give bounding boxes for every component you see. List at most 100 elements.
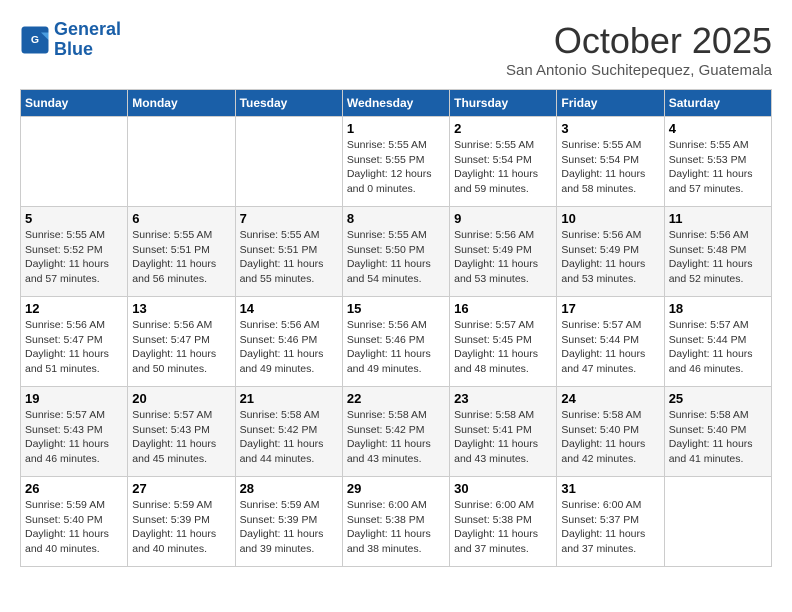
day-number: 18 (669, 301, 767, 316)
calendar-cell (664, 477, 771, 567)
day-number: 21 (240, 391, 338, 406)
cell-sun-info: Sunrise: 5:58 AMSunset: 5:42 PMDaylight:… (240, 408, 338, 467)
calendar-cell: 2 Sunrise: 5:55 AMSunset: 5:54 PMDaylight… (450, 117, 557, 207)
calendar-cell: 31 Sunrise: 6:00 AMSunset: 5:37 PMDayligh… (557, 477, 664, 567)
calendar-cell: 28Sunrise: 5:59 AMSunset: 5:39 PMDayligh… (235, 477, 342, 567)
day-number: 15 (347, 301, 445, 316)
cell-sun-info: Sunrise: 5:56 AMSunset: 5:46 PMDaylight:… (347, 318, 445, 377)
day-number: 14 (240, 301, 338, 316)
dow-header-wednesday: Wednesday (342, 90, 449, 117)
dow-header-sunday: Sunday (21, 90, 128, 117)
calendar-cell: 3Sunrise: 5:55 AMSunset: 5:54 PMDaylight… (557, 117, 664, 207)
dow-header-thursday: Thursday (450, 90, 557, 117)
day-number: 9 (454, 211, 552, 226)
title-section: October 2025 San Antonio Suchitepequez, … (506, 20, 772, 79)
calendar-cell: 23 Sunrise: 5:58 AMSunset: 5:41 PMDayligh… (450, 387, 557, 477)
calendar-cell: 10 Sunrise: 5:56 AMSunset: 5:49 PMDayligh… (557, 207, 664, 297)
day-number: 25 (669, 391, 767, 406)
calendar-cell: 24Sunrise: 5:58 AMSunset: 5:40 PMDayligh… (557, 387, 664, 477)
calendar-cell (235, 117, 342, 207)
cell-sun-info: Sunrise: 5:55 AMSunset: 5:51 PMDaylight:… (132, 228, 230, 287)
cell-sun-info: Sunrise: 5:56 AMSunset: 5:49 PMDaylight:… (454, 228, 552, 287)
cell-sun-info: Sunrise: 5:55 AMSunset: 5:55 PMDaylight:… (347, 138, 445, 197)
day-number: 16 (454, 301, 552, 316)
day-number: 29 (347, 481, 445, 496)
day-number: 19 (25, 391, 123, 406)
day-number: 10 (561, 211, 659, 226)
day-number: 2 (454, 121, 552, 136)
cell-sun-info: Sunrise: 5:56 AMSunset: 5:47 PMDaylight:… (132, 318, 230, 377)
logo-line1: General (54, 19, 121, 39)
calendar-cell: 14Sunrise: 5:56 AMSunset: 5:46 PMDayligh… (235, 297, 342, 387)
logo-icon: G (20, 25, 50, 55)
calendar-cell: 15 Sunrise: 5:56 AMSunset: 5:46 PMDayligh… (342, 297, 449, 387)
location-subtitle: San Antonio Suchitepequez, Guatemala (506, 62, 772, 79)
day-number: 31 (561, 481, 659, 496)
calendar-cell (21, 117, 128, 207)
calendar-cell: 1 Sunrise: 5:55 AMSunset: 5:55 PMDaylight… (342, 117, 449, 207)
day-number: 26 (25, 481, 123, 496)
calendar-cell: 7Sunrise: 5:55 AMSunset: 5:51 PMDaylight… (235, 207, 342, 297)
dow-header-monday: Monday (128, 90, 235, 117)
calendar-cell (128, 117, 235, 207)
cell-sun-info: Sunrise: 5:55 AMSunset: 5:50 PMDaylight:… (347, 228, 445, 287)
day-number: 13 (132, 301, 230, 316)
month-title: October 2025 (506, 20, 772, 62)
cell-sun-info: Sunrise: 6:00 AMSunset: 5:38 PMDaylight:… (454, 498, 552, 557)
dow-header-friday: Friday (557, 90, 664, 117)
calendar-cell: 21 Sunrise: 5:58 AMSunset: 5:42 PMDayligh… (235, 387, 342, 477)
calendar-cell: 22 Sunrise: 5:58 AMSunset: 5:42 PMDayligh… (342, 387, 449, 477)
calendar-cell: 8 Sunrise: 5:55 AMSunset: 5:50 PMDaylight… (342, 207, 449, 297)
calendar-cell: 30 Sunrise: 6:00 AMSunset: 5:38 PMDayligh… (450, 477, 557, 567)
cell-sun-info: Sunrise: 5:58 AMSunset: 5:41 PMDaylight:… (454, 408, 552, 467)
week-row-3: 12Sunrise: 5:56 AMSunset: 5:47 PMDayligh… (21, 297, 772, 387)
cell-sun-info: Sunrise: 5:57 AMSunset: 5:44 PMDaylight:… (669, 318, 767, 377)
calendar-cell: 25Sunrise: 5:58 AMSunset: 5:40 PMDayligh… (664, 387, 771, 477)
day-number: 20 (132, 391, 230, 406)
dow-header-tuesday: Tuesday (235, 90, 342, 117)
cell-sun-info: Sunrise: 5:57 AMSunset: 5:43 PMDaylight:… (25, 408, 123, 467)
day-number: 22 (347, 391, 445, 406)
week-row-1: 1 Sunrise: 5:55 AMSunset: 5:55 PMDaylight… (21, 117, 772, 207)
calendar-cell: 13 Sunrise: 5:56 AMSunset: 5:47 PMDayligh… (128, 297, 235, 387)
day-number: 24 (561, 391, 659, 406)
cell-sun-info: Sunrise: 5:56 AMSunset: 5:49 PMDaylight:… (561, 228, 659, 287)
cell-sun-info: Sunrise: 5:59 AMSunset: 5:39 PMDaylight:… (240, 498, 338, 557)
day-number: 1 (347, 121, 445, 136)
calendar-cell: 11 Sunrise: 5:56 AMSunset: 5:48 PMDayligh… (664, 207, 771, 297)
cell-sun-info: Sunrise: 5:56 AMSunset: 5:48 PMDaylight:… (669, 228, 767, 287)
cell-sun-info: Sunrise: 5:55 AMSunset: 5:54 PMDaylight:… (454, 138, 552, 197)
week-row-4: 19 Sunrise: 5:57 AMSunset: 5:43 PMDayligh… (21, 387, 772, 477)
cell-sun-info: Sunrise: 5:55 AMSunset: 5:52 PMDaylight:… (25, 228, 123, 287)
svg-text:G: G (31, 34, 39, 46)
week-row-2: 5Sunrise: 5:55 AMSunset: 5:52 PMDaylight… (21, 207, 772, 297)
day-number: 3 (561, 121, 659, 136)
calendar-cell: 19 Sunrise: 5:57 AMSunset: 5:43 PMDayligh… (21, 387, 128, 477)
header-row: SundayMondayTuesdayWednesdayThursdayFrid… (21, 90, 772, 117)
cell-sun-info: Sunrise: 5:56 AMSunset: 5:47 PMDaylight:… (25, 318, 123, 377)
calendar-cell: 29 Sunrise: 6:00 AMSunset: 5:38 PMDayligh… (342, 477, 449, 567)
day-number: 4 (669, 121, 767, 136)
day-number: 23 (454, 391, 552, 406)
page-header: G General Blue October 2025 San Antonio … (20, 20, 772, 79)
calendar-cell: 16 Sunrise: 5:57 AMSunset: 5:45 PMDayligh… (450, 297, 557, 387)
week-row-5: 26 Sunrise: 5:59 AMSunset: 5:40 PMDayligh… (21, 477, 772, 567)
calendar-cell: 18 Sunrise: 5:57 AMSunset: 5:44 PMDayligh… (664, 297, 771, 387)
calendar-cell: 20Sunrise: 5:57 AMSunset: 5:43 PMDayligh… (128, 387, 235, 477)
cell-sun-info: Sunrise: 5:59 AMSunset: 5:39 PMDaylight:… (132, 498, 230, 557)
day-number: 17 (561, 301, 659, 316)
day-number: 11 (669, 211, 767, 226)
cell-sun-info: Sunrise: 6:00 AMSunset: 5:38 PMDaylight:… (347, 498, 445, 557)
cell-sun-info: Sunrise: 6:00 AMSunset: 5:37 PMDaylight:… (561, 498, 659, 557)
dow-header-saturday: Saturday (664, 90, 771, 117)
cell-sun-info: Sunrise: 5:58 AMSunset: 5:42 PMDaylight:… (347, 408, 445, 467)
logo: G General Blue (20, 20, 121, 60)
cell-sun-info: Sunrise: 5:55 AMSunset: 5:53 PMDaylight:… (669, 138, 767, 197)
cell-sun-info: Sunrise: 5:57 AMSunset: 5:45 PMDaylight:… (454, 318, 552, 377)
day-number: 8 (347, 211, 445, 226)
cell-sun-info: Sunrise: 5:59 AMSunset: 5:40 PMDaylight:… (25, 498, 123, 557)
day-number: 30 (454, 481, 552, 496)
cell-sun-info: Sunrise: 5:57 AMSunset: 5:44 PMDaylight:… (561, 318, 659, 377)
calendar-cell: 12Sunrise: 5:56 AMSunset: 5:47 PMDayligh… (21, 297, 128, 387)
calendar-cell: 27Sunrise: 5:59 AMSunset: 5:39 PMDayligh… (128, 477, 235, 567)
